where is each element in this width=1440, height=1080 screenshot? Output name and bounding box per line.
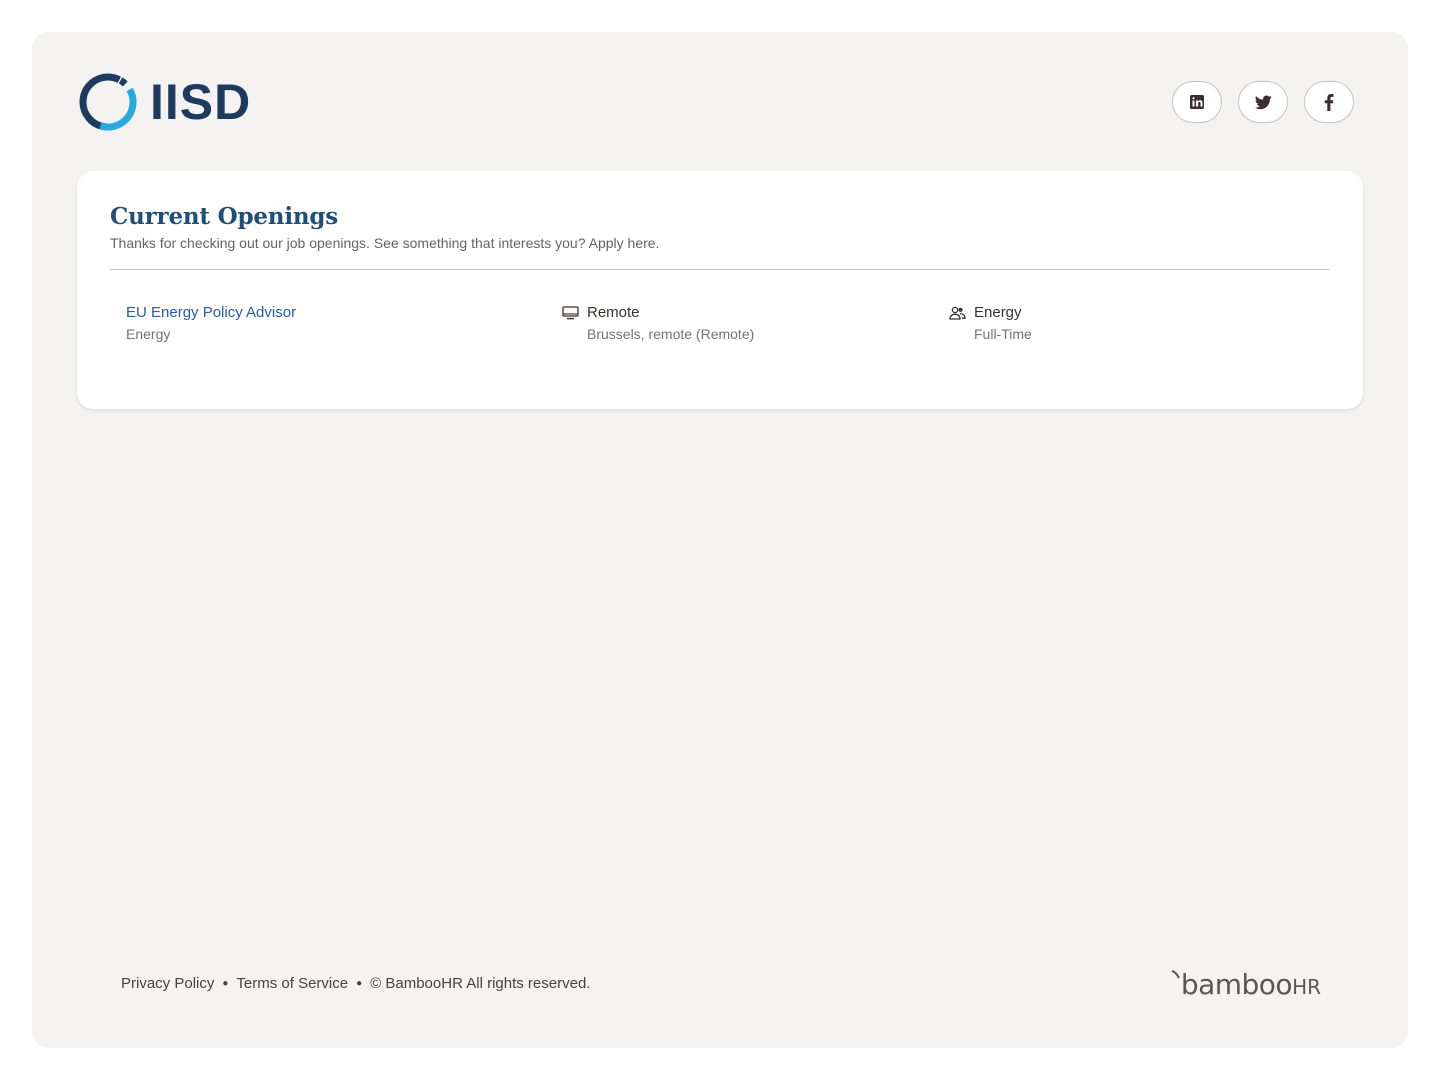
job-title-link[interactable]: EU Energy Policy Advisor: [126, 303, 296, 323]
linkedin-icon: [1190, 95, 1204, 109]
facebook-button[interactable]: [1304, 81, 1354, 123]
separator-dot: ●: [222, 978, 229, 989]
people-icon: [949, 303, 966, 323]
monitor-icon: [562, 303, 579, 323]
terms-of-service-link[interactable]: Terms of Service: [236, 972, 348, 996]
linkedin-button[interactable]: [1172, 81, 1222, 123]
bamboohr-logo-hr: HR: [1292, 975, 1321, 999]
footer-links: Privacy Policy ● Terms of Service ● © Ba…: [121, 972, 590, 996]
iisd-logo[interactable]: IISD: [78, 72, 251, 132]
facebook-icon: [1324, 93, 1334, 111]
divider: [110, 269, 1329, 270]
bamboohr-logo[interactable]: bamboo HR: [1171, 968, 1321, 1001]
privacy-policy-link[interactable]: Privacy Policy: [121, 972, 214, 996]
social-links: [1172, 81, 1354, 123]
job-row: EU Energy Policy Advisor Energy Remote B…: [110, 303, 1329, 347]
twitter-button[interactable]: [1238, 81, 1288, 123]
team: Energy: [974, 304, 1022, 321]
page-subtitle: Thanks for checking out our job openings…: [110, 235, 660, 251]
separator-dot: ●: [356, 978, 363, 989]
twitter-icon: [1254, 94, 1272, 109]
employment-type: Full-Time: [974, 326, 1032, 342]
footer: Privacy Policy ● Terms of Service ● © Ba…: [121, 968, 1321, 1002]
openings-card: Current Openings Thanks for checking out…: [77, 171, 1363, 409]
job-team-column: Energy Full-Time: [949, 303, 1032, 345]
copyright-text: © BambooHR All rights reserved.: [370, 975, 591, 992]
location-type: Remote: [587, 304, 640, 321]
logo-text: IISD: [150, 74, 252, 130]
location: Brussels, remote (Remote): [587, 326, 755, 342]
page-frame: IISD Current Openings Thanks for checkin…: [32, 32, 1408, 1048]
header: IISD: [78, 72, 1354, 132]
job-location-column: Remote Brussels, remote (Remote): [562, 303, 754, 345]
bamboohr-logo-text: bamboo: [1180, 968, 1293, 1001]
page-title: Current Openings: [110, 203, 339, 230]
job-title-column: EU Energy Policy Advisor Energy: [126, 303, 296, 345]
logo-ring-icon: [79, 73, 137, 131]
leaf-icon: [1171, 970, 1180, 979]
team-text: Energy Full-Time: [974, 303, 1032, 345]
location-text: Remote Brussels, remote (Remote): [587, 303, 754, 345]
job-department: Energy: [126, 326, 171, 342]
